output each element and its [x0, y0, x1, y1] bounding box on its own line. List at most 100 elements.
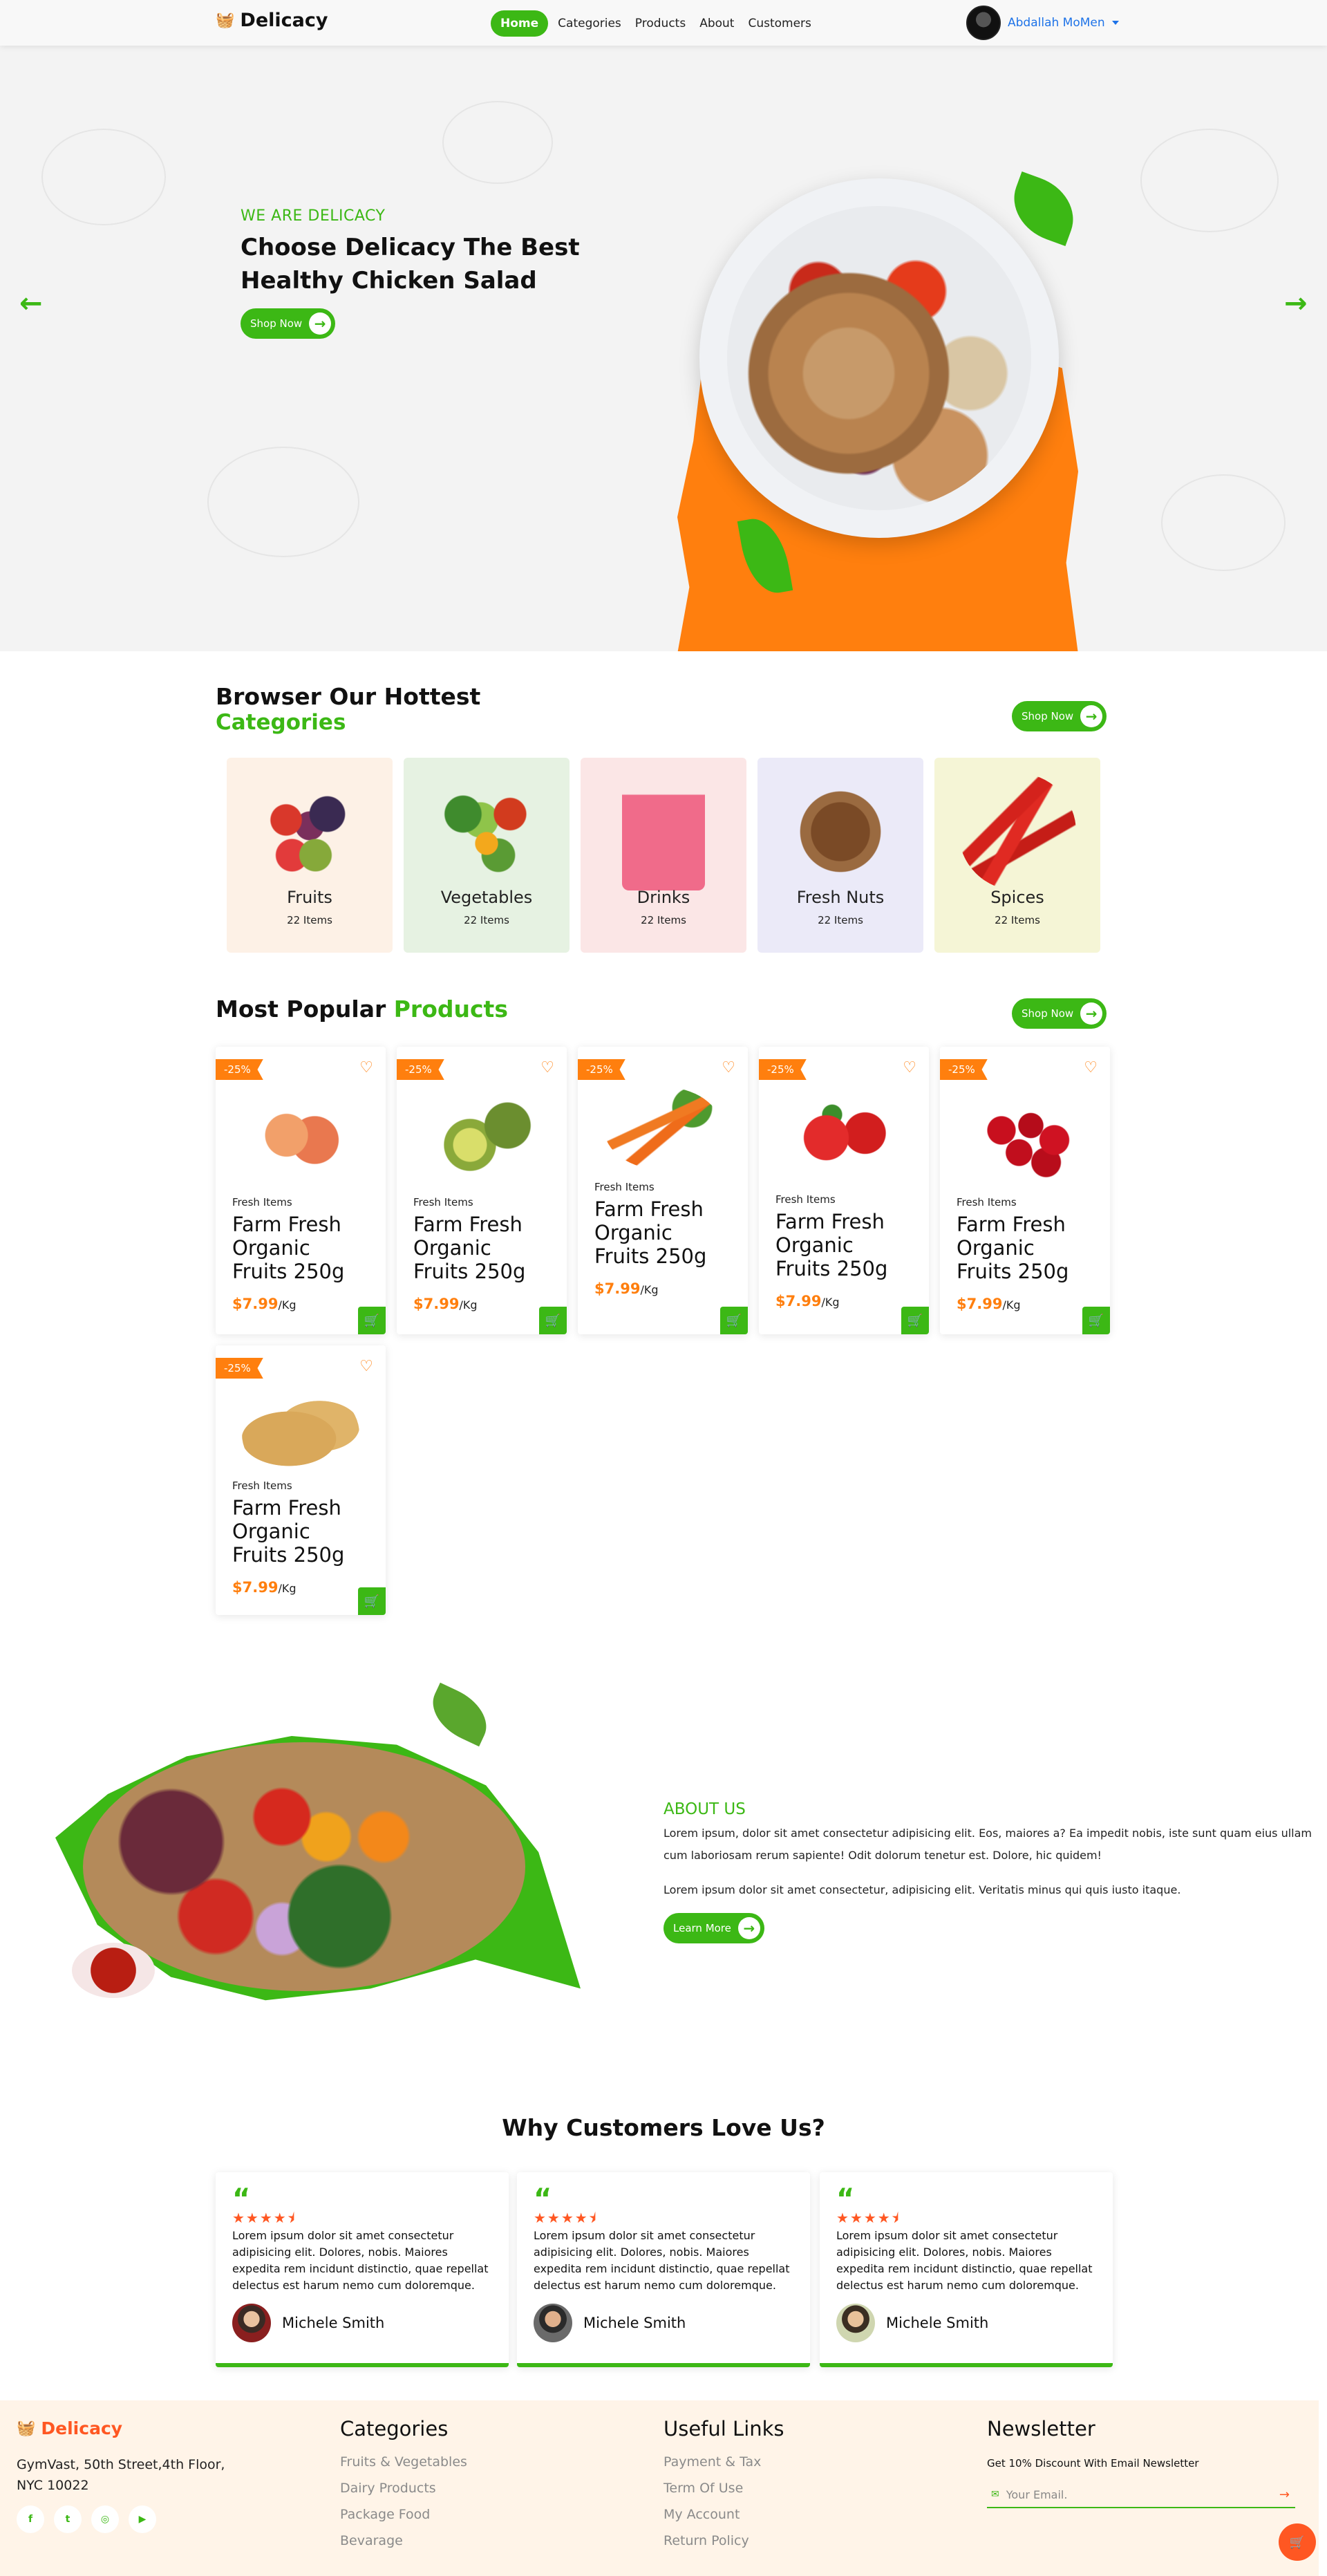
- testimonial-text: Lorem ipsum dolor sit amet consectetur a…: [534, 2229, 790, 2292]
- product-card[interactable]: -25% ♡ Fresh Items Farm Fresh Organic Fr…: [216, 1345, 386, 1615]
- discount-badge: -25%: [397, 1059, 444, 1080]
- product-price: $7.99/Kg: [232, 1296, 296, 1312]
- navbar: 🧺 Delicacy Home Categories Products Abou…: [0, 0, 1327, 46]
- newsletter-email-input[interactable]: ✉ Your Email. →: [987, 2482, 1295, 2508]
- carousel-next-arrow-icon[interactable]: →: [1284, 288, 1308, 319]
- category-count: 22 Items: [464, 914, 509, 926]
- category-card-vegetables[interactable]: Vegetables 22 Items: [404, 758, 570, 953]
- basket-icon: 🧺: [216, 12, 235, 29]
- heart-icon[interactable]: ♡: [722, 1059, 735, 1076]
- footer-category-link[interactable]: Dairy Products: [340, 2481, 436, 2496]
- footer-useful-link[interactable]: My Account: [664, 2507, 740, 2522]
- product-category: Fresh Items: [413, 1196, 473, 1208]
- nav-about[interactable]: About: [695, 11, 738, 36]
- nav-categories[interactable]: Categories: [554, 11, 625, 36]
- customer-name: Michele Smith: [282, 2315, 385, 2331]
- product-title: Farm Fresh Organic Fruits 250g: [775, 1210, 888, 1280]
- add-to-cart-button[interactable]: 🛒: [1082, 1307, 1110, 1334]
- nav-products[interactable]: Products: [631, 11, 690, 36]
- category-card-fruits[interactable]: Fruits 22 Items: [227, 758, 393, 953]
- category-name: Drinks: [637, 888, 690, 907]
- categories-title-part1: Browser Our Hottest: [216, 683, 481, 710]
- footer-address: GymVast, 50th Street,4th Floor, NYC 1002…: [17, 2457, 225, 2493]
- category-card-fresh-nuts[interactable]: Fresh Nuts 22 Items: [757, 758, 923, 953]
- chili-image: [959, 773, 1076, 890]
- heart-icon[interactable]: ♡: [359, 1059, 373, 1076]
- avatar: [966, 6, 1001, 40]
- add-to-cart-button[interactable]: 🛒: [539, 1307, 567, 1334]
- product-card[interactable]: -25% ♡ Fresh Items Farm Fresh Organic Fr…: [397, 1047, 567, 1334]
- ketchup-dip-image: [72, 1943, 155, 1998]
- heart-icon[interactable]: ♡: [540, 1059, 554, 1076]
- social-links: f t ◎ ▶: [17, 2505, 156, 2533]
- footer-category-link[interactable]: Fruits & Vegetables: [340, 2454, 467, 2470]
- footer-categories-title: Categories: [340, 2417, 449, 2440]
- heart-icon[interactable]: ♡: [1084, 1059, 1098, 1076]
- category-name: Spices: [990, 888, 1044, 907]
- floating-cart-button[interactable]: 🛒: [1279, 2523, 1316, 2561]
- mail-icon: ✉: [991, 2489, 999, 2500]
- footer-useful-link[interactable]: Term Of Use: [664, 2481, 743, 2496]
- add-to-cart-button[interactable]: 🛒: [720, 1307, 748, 1334]
- button-label: Shop Now: [1022, 710, 1074, 722]
- product-category: Fresh Items: [957, 1196, 1017, 1208]
- doodle-decoration: [1161, 474, 1286, 571]
- drinks-image: [622, 773, 705, 890]
- add-to-cart-button[interactable]: 🛒: [358, 1587, 386, 1615]
- passion-fruit-image: [423, 1087, 540, 1184]
- instagram-icon[interactable]: ◎: [91, 2505, 119, 2533]
- twitter-icon[interactable]: t: [54, 2505, 82, 2533]
- product-card[interactable]: -25% ♡ Fresh Items Farm Fresh Organic Fr…: [216, 1047, 386, 1334]
- user-menu[interactable]: Abdallah MoMen: [966, 6, 1119, 40]
- testimonials-title: Why Customers Love Us?: [502, 2114, 825, 2141]
- category-name: Fresh Nuts: [796, 888, 885, 907]
- product-card[interactable]: -25% ♡ Fresh Items Farm Fresh Organic Fr…: [759, 1047, 929, 1334]
- send-arrow-icon[interactable]: →: [1279, 2488, 1290, 2502]
- category-count: 22 Items: [287, 914, 332, 926]
- footer-useful-link[interactable]: Return Policy: [664, 2533, 749, 2548]
- heart-icon[interactable]: ♡: [903, 1059, 916, 1076]
- products-title-part2: Products: [393, 996, 508, 1023]
- about-eyebrow: ABOUT US: [664, 1800, 746, 1818]
- add-to-cart-button[interactable]: 🛒: [358, 1307, 386, 1334]
- testimonial-text: Lorem ipsum dolor sit amet consectetur a…: [836, 2229, 1093, 2292]
- nav-customers[interactable]: Customers: [744, 11, 815, 36]
- product-category: Fresh Items: [775, 1193, 836, 1206]
- product-price: $7.99/Kg: [232, 1579, 296, 1596]
- leaf-decoration: [422, 1682, 497, 1747]
- footer-brand[interactable]: 🧺 Delicacy: [17, 2418, 122, 2438]
- product-card[interactable]: -25% ♡ Fresh Items Farm Fresh Organic Fr…: [940, 1047, 1110, 1334]
- price-unit: /Kg: [278, 1582, 297, 1595]
- arrow-right-icon: →: [309, 312, 332, 335]
- avatar: [534, 2304, 572, 2342]
- peach-image: [242, 1087, 359, 1184]
- learn-more-button[interactable]: Learn More →: [664, 1913, 764, 1943]
- email-placeholder: Your Email.: [1006, 2488, 1068, 2501]
- discount-badge: -25%: [216, 1059, 263, 1080]
- carousel-prev-arrow-icon[interactable]: ←: [19, 288, 43, 319]
- arrow-right-icon: →: [1080, 705, 1103, 727]
- category-card-drinks[interactable]: Drinks 22 Items: [581, 758, 746, 953]
- category-card-spices[interactable]: Spices 22 Items: [934, 758, 1100, 953]
- category-count: 22 Items: [641, 914, 686, 926]
- product-card[interactable]: -25% ♡ Fresh Items Farm Fresh Organic Fr…: [578, 1047, 748, 1334]
- categories-title-part2: Categories: [216, 710, 346, 735]
- nav-links: Home Categories Products About Customers: [491, 10, 816, 37]
- facebook-icon[interactable]: f: [17, 2505, 44, 2533]
- hero-shop-now-button[interactable]: Shop Now →: [241, 308, 336, 339]
- footer-category-link[interactable]: Bevarage: [340, 2533, 403, 2548]
- doodle-decoration: [207, 447, 359, 557]
- brand-logo[interactable]: 🧺 Delicacy: [216, 10, 328, 31]
- product-price: $7.99/Kg: [775, 1293, 839, 1309]
- youtube-icon[interactable]: ▶: [129, 2505, 156, 2533]
- chicken-salad-image: [727, 206, 1031, 510]
- categories-shop-now-button[interactable]: Shop Now →: [1012, 701, 1107, 731]
- add-to-cart-button[interactable]: 🛒: [901, 1307, 929, 1334]
- nav-home[interactable]: Home: [491, 10, 549, 37]
- footer-category-link[interactable]: Package Food: [340, 2507, 430, 2522]
- heart-icon[interactable]: ♡: [359, 1358, 373, 1375]
- footer-useful-link[interactable]: Payment & Tax: [664, 2454, 761, 2470]
- products-shop-now-button[interactable]: Shop Now →: [1012, 998, 1107, 1029]
- price-value: $7.99: [232, 1296, 279, 1312]
- product-category: Fresh Items: [232, 1480, 292, 1492]
